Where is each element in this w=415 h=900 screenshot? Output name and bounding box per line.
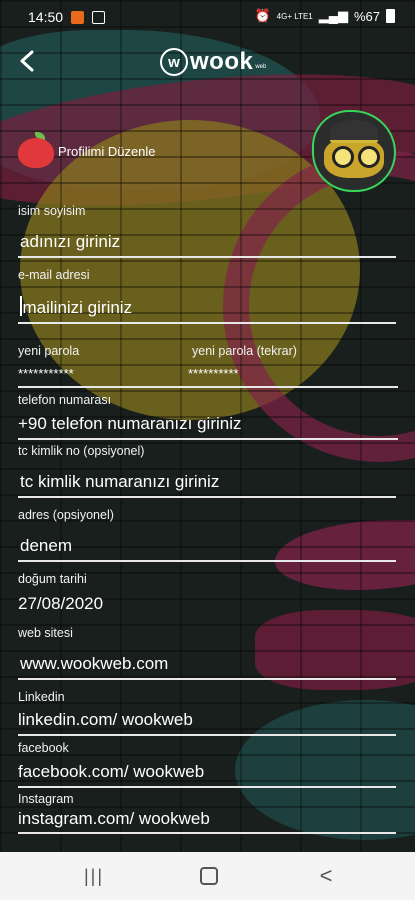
name-underline	[18, 256, 396, 258]
signal-icon: ▂▄▆	[318, 8, 348, 23]
app-header: w wook web	[0, 40, 415, 90]
instagram-input[interactable]: instagram.com/ wookweb	[18, 809, 210, 829]
linkedin-underline	[18, 734, 396, 736]
notification-image-icon	[92, 10, 106, 24]
status-time: 14:50	[28, 9, 64, 25]
instagram-underline	[18, 832, 396, 834]
password-label: yeni parola	[18, 344, 80, 358]
profile-avatar[interactable]	[312, 110, 396, 192]
logo-subtext: web	[255, 64, 267, 70]
password-repeat-label: yeni parola (tekrar)	[192, 344, 297, 358]
name-input[interactable]: adınızı giriniz	[20, 232, 120, 252]
birthdate-label: doğum tarihi	[18, 572, 87, 586]
chevron-left-icon	[20, 50, 34, 72]
address-input[interactable]: denem	[20, 536, 72, 556]
home-button[interactable]	[198, 864, 220, 888]
logo-text: wook	[190, 48, 254, 75]
website-label: web sitesi	[18, 626, 73, 640]
name-label: isim soyisim	[18, 204, 86, 218]
system-navigation-bar: ||| <	[0, 852, 415, 900]
password-repeat-underline	[186, 386, 398, 388]
email-label: e-mail adresi	[18, 268, 90, 282]
page-title: Profilimi Düzenle	[58, 144, 156, 159]
recents-button[interactable]: |||	[84, 864, 104, 888]
tc-input[interactable]: tc kimlik numaranızı giriniz	[20, 472, 219, 492]
network-indicator: 4G+ LTE1	[276, 11, 313, 21]
address-label: adres (opsiyonel)	[18, 508, 114, 522]
apple-icon	[18, 132, 54, 168]
facebook-label: facebook	[18, 741, 69, 755]
instagram-label: Instagram	[18, 792, 74, 806]
linkedin-label: Linkedin	[18, 690, 65, 704]
notification-app-icon	[71, 10, 85, 24]
logo-mark: w	[160, 48, 188, 76]
facebook-input[interactable]: facebook.com/ wookweb	[18, 762, 204, 782]
phone-underline	[18, 438, 398, 440]
home-icon	[200, 867, 218, 885]
phone-label: telefon numarası	[18, 393, 112, 407]
status-bar: 14:50 ⏰ 4G+ LTE1 ▂▄▆ %67	[0, 0, 415, 34]
system-back-button[interactable]: <	[316, 863, 336, 888]
birthdate-input[interactable]: 27/08/2020	[18, 594, 103, 614]
password-input[interactable]: ***********	[18, 366, 74, 381]
text-cursor	[20, 296, 22, 316]
battery-icon	[386, 9, 395, 23]
linkedin-input[interactable]: linkedin.com/ wookweb	[18, 710, 193, 730]
wookweb-logo: w wook web	[160, 48, 266, 76]
alarm-icon: ⏰	[254, 8, 271, 23]
phone-input[interactable]: +90 telefon numaranızı giriniz	[18, 414, 242, 434]
tc-underline	[18, 496, 396, 498]
website-underline	[18, 678, 396, 680]
address-underline	[18, 560, 396, 562]
password-underline	[18, 386, 186, 388]
website-input[interactable]: www.wookweb.com	[20, 654, 168, 674]
facebook-underline	[18, 786, 396, 788]
battery-text: %67	[353, 8, 380, 24]
tc-label: tc kimlik no (opsiyonel)	[18, 444, 145, 458]
back-button[interactable]	[12, 46, 42, 76]
email-underline	[18, 322, 396, 324]
email-value: mailinizi giriniz	[22, 298, 133, 317]
email-input[interactable]: mailinizi giriniz	[20, 296, 132, 318]
password-repeat-input[interactable]: **********	[188, 366, 239, 381]
